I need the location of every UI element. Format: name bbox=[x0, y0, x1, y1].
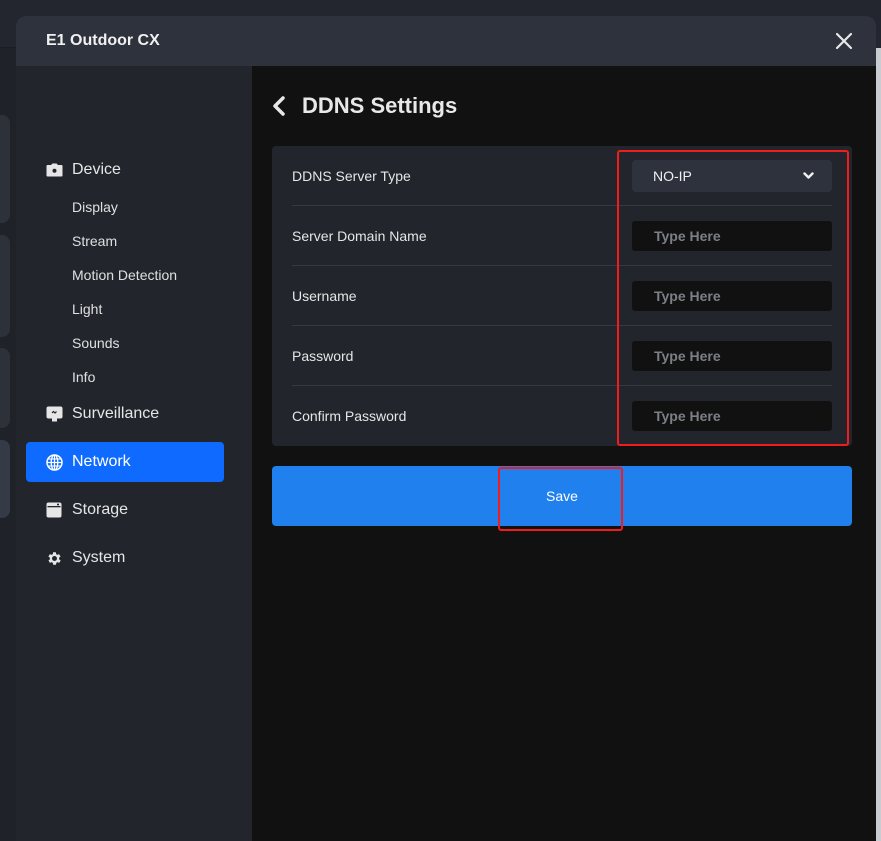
password-label: Password bbox=[292, 347, 354, 364]
background-app-edge bbox=[876, 48, 881, 841]
password-input[interactable] bbox=[632, 340, 832, 371]
sidebar-subitem-sounds[interactable]: Sounds bbox=[16, 326, 252, 360]
save-button[interactable]: Save bbox=[272, 466, 852, 526]
sidebar-item-label: Device bbox=[72, 161, 121, 178]
close-icon bbox=[835, 32, 853, 50]
close-button[interactable] bbox=[832, 29, 856, 53]
sidebar-item-device[interactable]: Device bbox=[26, 150, 224, 190]
sidebar-item-label: Storage bbox=[72, 501, 129, 518]
sidebar-subitem-display[interactable]: Display bbox=[16, 190, 252, 224]
main-content: DDNS Settings DDNS Server Type NO-IP Ser… bbox=[252, 66, 876, 841]
background-card bbox=[0, 115, 10, 223]
sidebar-item-system[interactable]: System bbox=[26, 538, 224, 578]
page-title: DDNS Settings bbox=[302, 93, 458, 118]
sidebar-subitem-stream[interactable]: Stream bbox=[16, 224, 252, 258]
domain-label: Server Domain Name bbox=[292, 227, 427, 244]
sidebar-item-label: Network bbox=[72, 453, 131, 470]
sidebar-item-surveillance[interactable]: Surveillance bbox=[26, 394, 224, 434]
form-row-username: Username bbox=[292, 266, 832, 326]
modal-header: E1 Outdoor CX bbox=[16, 16, 876, 66]
domain-input[interactable] bbox=[632, 220, 832, 251]
chevron-left-icon bbox=[273, 96, 285, 116]
sidebar-item-label: Surveillance bbox=[72, 405, 160, 422]
storage-icon bbox=[45, 501, 63, 519]
server-type-value: NO-IP bbox=[653, 167, 692, 184]
globe-icon bbox=[45, 453, 63, 471]
background-card bbox=[0, 235, 10, 337]
form-row-server-type: DDNS Server Type NO-IP bbox=[292, 146, 832, 206]
username-input[interactable] bbox=[632, 280, 832, 311]
form-row-confirm-password: Confirm Password bbox=[292, 386, 832, 446]
sidebar-item-network[interactable]: Network bbox=[26, 442, 224, 482]
back-button[interactable] bbox=[272, 96, 290, 116]
sidebar-subitem-motion-detection[interactable]: Motion Detection bbox=[16, 258, 252, 292]
sidebar-item-storage[interactable]: Storage bbox=[26, 490, 224, 530]
background-card bbox=[0, 348, 10, 428]
form-row-domain: Server Domain Name bbox=[292, 206, 832, 266]
server-type-label: DDNS Server Type bbox=[292, 167, 411, 184]
server-type-select[interactable]: NO-IP bbox=[632, 159, 832, 192]
confirm-password-input[interactable] bbox=[632, 401, 832, 431]
background-card bbox=[0, 440, 10, 518]
monitor-icon bbox=[45, 405, 63, 423]
confirm-password-label: Confirm Password bbox=[292, 408, 407, 424]
background-app-edge bbox=[876, 0, 881, 48]
sidebar-subitem-info[interactable]: Info bbox=[16, 360, 252, 394]
page-header: DDNS Settings bbox=[272, 92, 852, 120]
username-label: Username bbox=[292, 287, 357, 304]
gear-icon bbox=[45, 549, 63, 567]
form-row-password: Password bbox=[292, 326, 832, 386]
ddns-form: DDNS Server Type NO-IP Server Domain Nam… bbox=[272, 146, 852, 446]
modal-title: E1 Outdoor CX bbox=[46, 32, 160, 49]
sidebar-item-label: System bbox=[72, 549, 126, 566]
sidebar: Device Display Stream Motion Detection L… bbox=[16, 66, 252, 841]
chevron-down-icon bbox=[803, 171, 814, 179]
settings-modal: E1 Outdoor CX Device Display Stream Moti… bbox=[16, 16, 876, 841]
sidebar-subitem-light[interactable]: Light bbox=[16, 292, 252, 326]
camera-icon bbox=[45, 161, 63, 179]
